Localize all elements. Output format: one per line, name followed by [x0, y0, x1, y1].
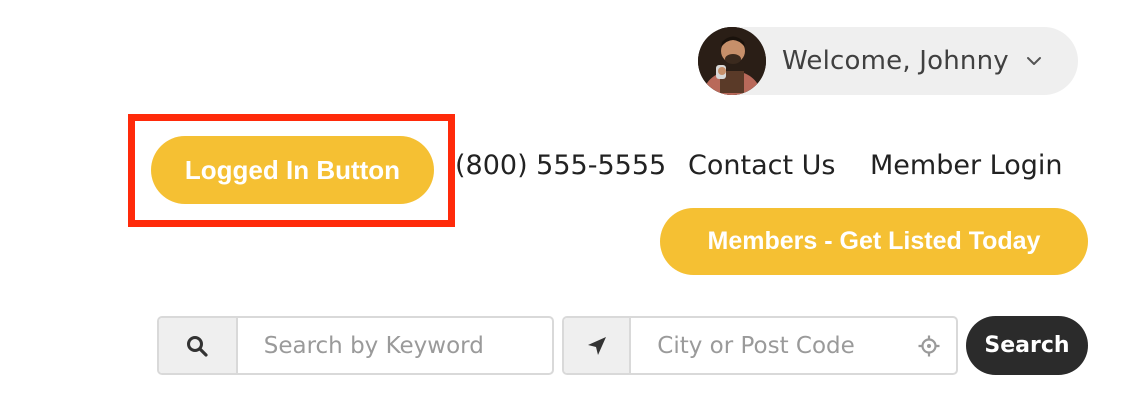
keyword-search-input[interactable]: [237, 318, 552, 373]
contact-us-link[interactable]: Contact Us: [688, 150, 835, 181]
logged-in-button[interactable]: Logged In Button: [151, 136, 434, 204]
crosshair-icon[interactable]: [902, 318, 956, 373]
welcome-text: Welcome, Johnny: [782, 46, 1009, 76]
location-search-input[interactable]: [631, 318, 903, 373]
page-header: Welcome, Johnny Logged In Button (800) 5…: [0, 0, 1132, 410]
location-arrow-icon: [564, 318, 632, 373]
member-login-link[interactable]: Member Login: [870, 150, 1062, 181]
search-icon: [159, 318, 238, 373]
chevron-down-icon: [1026, 57, 1041, 65]
keyword-search-group: [157, 316, 554, 375]
user-menu-toggle[interactable]: Welcome, Johnny: [698, 27, 1078, 95]
avatar: [698, 27, 766, 95]
search-button[interactable]: Search: [966, 316, 1088, 375]
location-search-group: [562, 316, 958, 375]
members-get-listed-button[interactable]: Members - Get Listed Today: [660, 208, 1088, 275]
phone-link[interactable]: (800) 555-5555: [455, 150, 666, 181]
